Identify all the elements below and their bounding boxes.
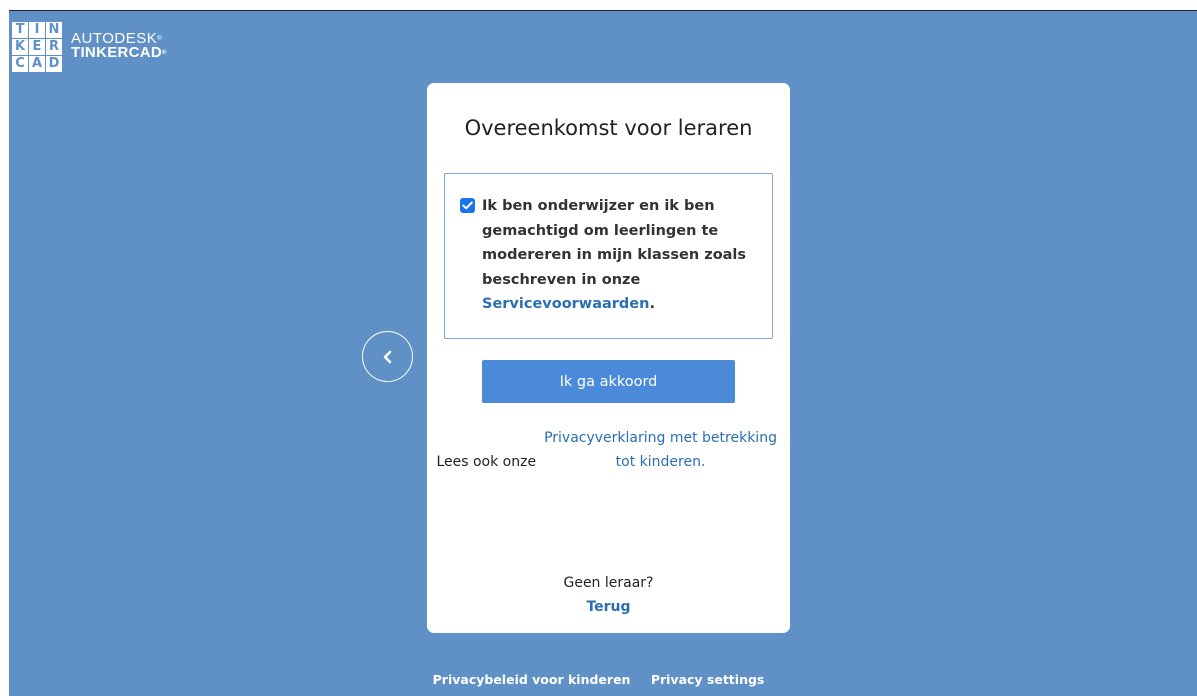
checkmark-icon [462,201,473,210]
agreement-suffix: . [649,296,655,312]
privacy-children-link[interactable]: Privacybeleid voor kinderen [433,672,631,687]
teacher-agreement-card: Overeenkomst voor leraren Ik ben onderwi… [427,83,790,633]
card-title: Overeenkomst voor leraren [464,116,753,140]
logo-tinkercad: TINKERCAD [71,44,163,61]
page: T I N K E R C A D AUTODESK® TINKERCAD® O… [0,0,1197,696]
logo-letter: C [12,56,28,72]
privacy-settings-link[interactable]: Privacy settings [651,672,765,687]
terms-of-service-link[interactable]: Servicevoorwaarden [482,296,649,312]
tinkercad-logo[interactable]: T I N K E R C A D AUTODESK® TINKERCAD® [12,22,167,72]
agreement-box: Ik ben onderwijzer en ik ben gemachtigd … [444,173,773,339]
logo-letter: E [29,39,45,55]
no-teacher-section: Geen leraar? Terug [427,571,790,619]
logo-letter: K [12,39,28,55]
logo-letter: R [46,39,62,55]
logo-wordmark: AUTODESK® TINKERCAD® [71,30,167,61]
agreement-checkbox[interactable] [460,198,475,213]
logo-letter: N [46,22,62,38]
privacy-note: Lees ook onze Privacyverklaring met betr… [427,426,790,474]
privacy-note-prefix: Lees ook onze [436,454,537,470]
back-link[interactable]: Terug [427,595,790,619]
agreement-text: Ik ben onderwijzer en ik ben gemachtigd … [482,194,762,317]
footer: Privacybeleid voor kinderen Privacy sett… [0,672,1197,687]
logo-letter: A [29,56,45,72]
logo-letter: D [46,56,62,72]
agree-button[interactable]: Ik ga akkoord [482,360,735,403]
logo-grid: T I N K E R C A D [12,22,62,72]
agreement-statement: Ik ben onderwijzer en ik ben gemachtigd … [482,198,747,288]
logo-letter: T [12,22,28,38]
logo-letter: I [29,22,45,38]
chevron-left-icon [383,350,391,363]
back-button[interactable] [362,331,413,382]
no-teacher-text: Geen leraar? [563,575,654,591]
privacy-statement-link[interactable]: Privacyverklaring met betrekking tot kin… [541,426,781,474]
